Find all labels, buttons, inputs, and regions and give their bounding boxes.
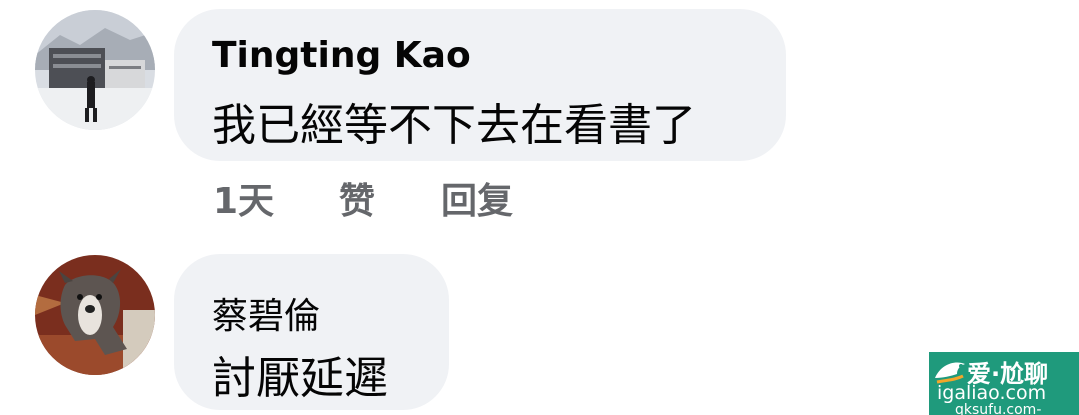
comment-author[interactable]: 蔡碧倫 — [212, 287, 320, 339]
watermark-url: igaliao.com — [937, 382, 1047, 404]
comment-text: 討厭延遲 — [212, 353, 388, 404]
watermark-subtext: qksufu.com- — [955, 402, 1042, 415]
comment-thread: Tingting Kao 我已經等不下去在看書了 1天 赞 回复 蔡碧倫 討厭延… — [0, 0, 1079, 415]
comment-bubble: 蔡碧倫 討厭延遲 — [174, 254, 449, 410]
watermark-logo: 爱·尬聊 igaliao.com qksufu.com- — [929, 352, 1079, 415]
comment-bubble: Tingting Kao 我已經等不下去在看書了 — [174, 9, 786, 161]
comment-text: 我已經等不下去在看書了 — [212, 100, 696, 151]
comment-actions: 1天 赞 回复 — [213, 172, 613, 222]
like-button[interactable]: 赞 — [339, 172, 375, 224]
avatar[interactable] — [35, 10, 155, 130]
reply-button[interactable]: 回复 — [441, 172, 513, 224]
comment-author[interactable]: Tingting Kao — [212, 35, 471, 76]
comment-timestamp[interactable]: 1天 — [213, 172, 274, 224]
avatar-photo — [35, 10, 155, 130]
avatar[interactable] — [35, 255, 155, 375]
avatar-photo — [35, 255, 155, 375]
